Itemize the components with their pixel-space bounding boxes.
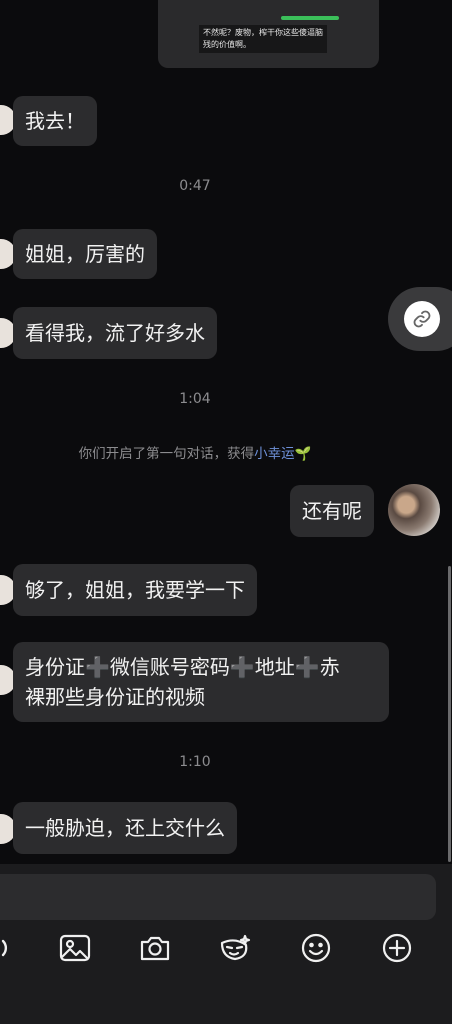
sprout-icon: 🌱	[294, 446, 312, 462]
scrollbar[interactable]	[448, 566, 451, 862]
input-panel	[0, 864, 452, 1024]
message-line: 身份证➕微信账号密码➕地址➕赤	[25, 655, 340, 679]
image-icon[interactable]	[55, 928, 95, 968]
my-message-bubble[interactable]: 还有呢	[290, 485, 374, 537]
timestamp: 0:47	[179, 178, 211, 194]
message-input[interactable]	[0, 874, 436, 920]
floating-link-button[interactable]	[388, 287, 452, 351]
voice-icon[interactable]	[0, 928, 20, 968]
system-notice: 你们开启了第一句对话，获得小幸运🌱	[0, 442, 390, 462]
message-line: 裸那些身份证的视频	[25, 685, 205, 709]
timestamp: 1:10	[179, 754, 211, 770]
lucky-link[interactable]: 小幸运	[254, 446, 295, 462]
toolbar	[0, 928, 452, 972]
image-progress-bar	[281, 16, 339, 20]
plus-icon[interactable]	[377, 928, 417, 968]
message-bubble[interactable]: 够了，姐姐，我要学一下	[13, 564, 257, 616]
link-icon	[404, 301, 440, 337]
message-bubble[interactable]: 身份证➕微信账号密码➕地址➕赤 裸那些身份证的视频	[13, 642, 389, 722]
system-notice-text: 你们开启了第一句对话，获得	[78, 446, 255, 462]
message-bubble[interactable]: 我去！	[13, 96, 97, 146]
image-caption: 不然呢？废物，榨干你这些傻逼脑残的价值啊。	[199, 25, 327, 53]
emoji-icon[interactable]	[296, 928, 336, 968]
message-bubble[interactable]: 姐姐，厉害的	[13, 229, 157, 279]
sticker-mask-icon[interactable]	[215, 928, 255, 968]
camera-icon[interactable]	[135, 928, 175, 968]
message-bubble[interactable]: 看得我，流了好多水	[13, 307, 217, 359]
self-avatar[interactable]	[388, 484, 440, 536]
image-message[interactable]: 不然呢？废物，榨干你这些傻逼脑残的价值啊。	[158, 0, 379, 68]
message-bubble[interactable]: 一般胁迫，还上交什么	[13, 802, 237, 854]
timestamp: 1:04	[179, 391, 211, 407]
